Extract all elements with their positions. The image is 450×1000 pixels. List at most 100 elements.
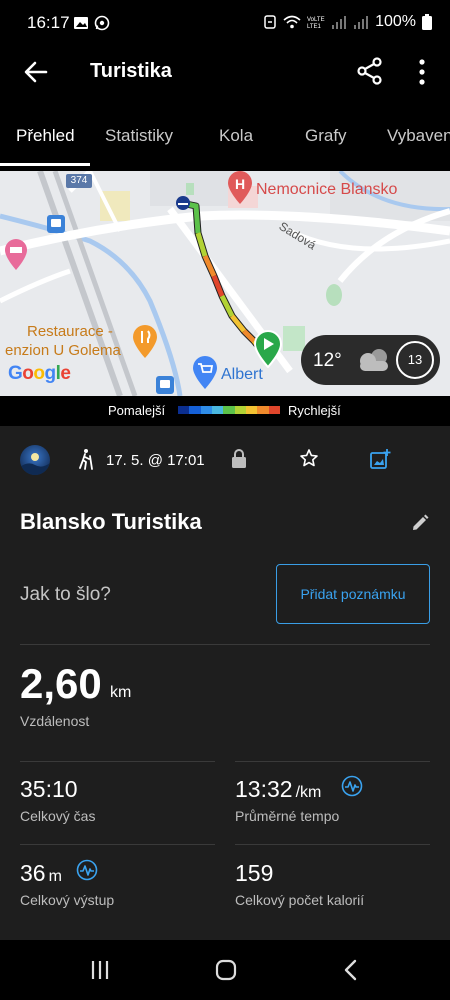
stat-avg-pace-unit: /km bbox=[295, 784, 322, 801]
route-map[interactable]: H Nemocnice Blansko Sadová 374 Restaurac… bbox=[0, 171, 450, 396]
stat-total-ascent-unit: m bbox=[48, 868, 62, 885]
lock-icon[interactable] bbox=[230, 449, 248, 469]
svg-text:VoLTE: VoLTE bbox=[307, 17, 325, 23]
hotel-marker-icon[interactable] bbox=[4, 239, 28, 271]
stat-avg-pace-label: Průměrné tempo bbox=[235, 808, 340, 824]
lte-icon: VoLTELTE1 bbox=[307, 17, 325, 29]
share-icon[interactable] bbox=[356, 57, 384, 85]
active-tab-indicator bbox=[0, 163, 90, 166]
stat-calories: 159 bbox=[235, 860, 273, 887]
route-end-marker-icon bbox=[176, 196, 190, 210]
page-title: Turistika bbox=[90, 60, 172, 82]
alarm-icon bbox=[264, 15, 276, 29]
distance-label: Vzdálenost bbox=[20, 713, 90, 729]
legend-color-swatch bbox=[223, 406, 235, 414]
tab-prehled[interactable]: Přehled bbox=[16, 126, 75, 146]
stat-total-ascent-label: Celkový výstup bbox=[20, 892, 115, 908]
map-label-restaurant-line2: enzion U Golema bbox=[5, 342, 121, 359]
transit-marker-icon[interactable] bbox=[47, 215, 65, 233]
stat-avg-pace-value: 13:32 bbox=[235, 776, 293, 802]
activity-title: Blansko Turistika bbox=[20, 509, 202, 534]
notification-icons bbox=[73, 15, 110, 31]
legend-faster: Rychlejší bbox=[288, 403, 341, 418]
heart-rate-icon[interactable] bbox=[341, 775, 363, 797]
map-label-restaurant-line1: Restaurace - bbox=[27, 323, 113, 340]
google-logo-text: Google bbox=[8, 363, 71, 384]
back-arrow-icon[interactable] bbox=[22, 58, 50, 86]
divider bbox=[20, 844, 215, 845]
pace-legend: Pomalejší Rychlejší bbox=[0, 396, 450, 426]
distance-value: 2,60 bbox=[20, 660, 102, 707]
stat-total-ascent: 36 m bbox=[20, 860, 62, 887]
legend-color-swatch bbox=[234, 406, 246, 414]
activity-summary: 17. 5. @ 17:01 Blansko Turistika Jak to … bbox=[0, 426, 450, 940]
legend-color-swatch bbox=[211, 406, 224, 414]
avatar[interactable] bbox=[20, 445, 50, 475]
legend-color-swatch bbox=[245, 406, 258, 414]
transit-marker-icon-2[interactable] bbox=[156, 376, 174, 394]
system-nav-bar bbox=[0, 940, 450, 1000]
add-photo-icon[interactable] bbox=[369, 448, 391, 470]
map-label-hospital: Nemocnice Blansko bbox=[256, 181, 398, 198]
activity-meta-row: 17. 5. @ 17:01 bbox=[0, 444, 450, 478]
svg-text:H: H bbox=[235, 176, 245, 192]
signal-icon bbox=[332, 16, 347, 29]
tab-vybaveni[interactable]: Vybavení bbox=[387, 126, 450, 146]
divider bbox=[20, 644, 430, 645]
divider bbox=[20, 761, 215, 762]
google-logo: Google bbox=[8, 363, 71, 385]
whatsapp-icon bbox=[94, 15, 110, 31]
home-icon[interactable] bbox=[213, 958, 239, 982]
weather-temperature: 12° bbox=[313, 350, 342, 371]
wind-indicator: 13 bbox=[396, 341, 434, 379]
recent-apps-icon[interactable] bbox=[87, 958, 113, 982]
tab-bar: Přehled Statistiky Kola Grafy Vybavení bbox=[0, 112, 450, 166]
gallery-icon bbox=[74, 17, 88, 29]
more-options-icon[interactable] bbox=[412, 57, 432, 87]
stat-total-time-label: Celkový čas bbox=[20, 808, 96, 824]
divider bbox=[235, 761, 430, 762]
hiking-icon bbox=[79, 449, 93, 470]
app-bar: Turistika bbox=[0, 46, 450, 102]
battery-icon bbox=[422, 14, 432, 30]
legend-slower: Pomalejší bbox=[108, 403, 166, 418]
avatar-image bbox=[20, 453, 50, 475]
star-icon[interactable] bbox=[299, 448, 319, 468]
route-start-marker-icon bbox=[253, 330, 283, 368]
stat-total-ascent-value: 36 bbox=[20, 860, 46, 886]
wind-speed: 13 bbox=[407, 352, 423, 367]
legend-color-swatch bbox=[178, 406, 190, 414]
restaurant-marker-icon[interactable] bbox=[132, 325, 158, 359]
stat-calories-value: 159 bbox=[235, 860, 274, 886]
legend-color-swatch bbox=[200, 406, 212, 414]
cloud-icon bbox=[360, 349, 388, 371]
stat-avg-pace: 13:32/km bbox=[235, 776, 321, 803]
store-marker-icon[interactable] bbox=[192, 356, 218, 390]
edit-pencil-icon[interactable] bbox=[410, 513, 430, 533]
wifi-icon bbox=[283, 15, 301, 29]
distance-unit: km bbox=[110, 684, 132, 701]
map-label-store: Albert bbox=[221, 366, 263, 383]
divider bbox=[235, 844, 430, 845]
tab-kola[interactable]: Kola bbox=[219, 126, 253, 146]
stat-calories-label: Celkový počet kalorií bbox=[235, 892, 365, 908]
legend-color-swatch bbox=[268, 406, 280, 414]
hospital-marker-icon[interactable]: H bbox=[226, 171, 254, 205]
status-bar: 16:17 VoLTE LTE1 100% bbox=[0, 0, 450, 46]
legend-color-bar bbox=[178, 406, 280, 414]
signal-icon-2 bbox=[354, 16, 369, 29]
add-note-button[interactable]: Přidat poznámku bbox=[276, 564, 430, 624]
svg-text:LTE1: LTE1 bbox=[307, 24, 322, 29]
activity-date: 17. 5. @ 17:01 bbox=[106, 452, 205, 469]
tab-grafy[interactable]: Grafy bbox=[305, 126, 347, 146]
legend-color-swatch bbox=[189, 406, 201, 414]
back-nav-icon[interactable] bbox=[339, 958, 365, 982]
heart-rate-icon[interactable] bbox=[76, 859, 98, 881]
status-right: VoLTE LTE1 100% bbox=[263, 13, 432, 31]
status-time: 16:17 bbox=[27, 13, 70, 32]
weather-widget[interactable]: 12° 13 bbox=[301, 335, 440, 385]
feeling-prompt: Jak to šlo? bbox=[20, 584, 111, 605]
legend-color-swatch bbox=[257, 406, 269, 414]
stat-total-time-value: 35:10 bbox=[20, 776, 78, 802]
tab-statistiky[interactable]: Statistiky bbox=[105, 126, 173, 146]
